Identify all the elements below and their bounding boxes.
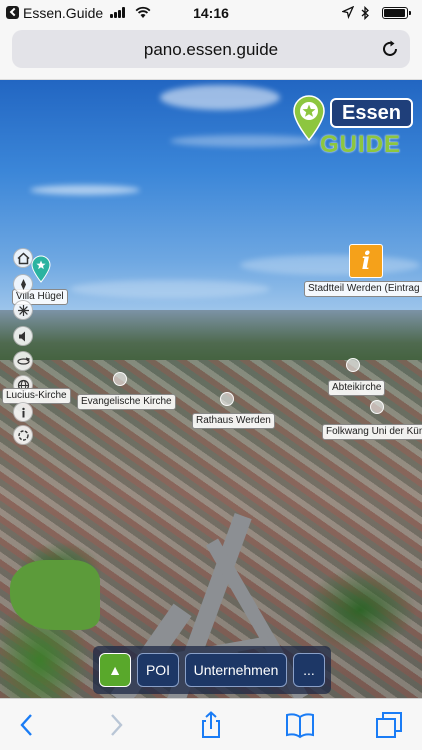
browser-toolbar: [0, 698, 422, 750]
essen-guide-logo[interactable]: Essen GUIDE: [292, 95, 417, 158]
location-arrow-icon: [342, 6, 354, 19]
hotspot-dot[interactable]: [370, 400, 384, 414]
villa-pin-icon[interactable]: [31, 255, 51, 283]
url-text[interactable]: pano.essen.guide: [12, 40, 410, 60]
menu-up-button[interactable]: ▲: [99, 653, 131, 687]
status-right-group: [342, 5, 412, 21]
forward-button[interactable]: [101, 711, 131, 739]
speaker-icon: [18, 331, 25, 341]
compass-icon: [20, 278, 26, 290]
fullscreen-button[interactable]: [13, 425, 33, 445]
home-button[interactable]: [13, 248, 33, 268]
sparkle-icon: [17, 304, 29, 316]
logo-subtitle: GUIDE: [320, 131, 402, 158]
logo-title: Essen: [342, 102, 401, 124]
hotspot-dot[interactable]: [346, 358, 360, 372]
back-button[interactable]: [12, 711, 42, 739]
battery-icon: [382, 7, 411, 19]
hotspot-label-rathaus[interactable]: Rathaus Werden: [192, 413, 275, 429]
info-button[interactable]: [13, 402, 33, 422]
circle-icon: [17, 429, 29, 441]
unternehmen-button[interactable]: Unternehmen: [185, 653, 287, 687]
poi-button[interactable]: POI: [137, 653, 179, 687]
panorama-viewer[interactable]: Essen GUIDE i Stadtteil Werden (Eintrag …: [0, 80, 422, 698]
share-button[interactable]: [196, 711, 226, 739]
hotspot-dot[interactable]: [113, 372, 127, 386]
tabs-button[interactable]: [374, 711, 404, 739]
autorotate-button[interactable]: [13, 351, 33, 371]
browser-address-area: pano.essen.guide: [0, 26, 422, 80]
hotspot-dot[interactable]: [220, 392, 234, 406]
info-hotspot[interactable]: i: [349, 244, 383, 278]
bluetooth-icon: [361, 6, 369, 20]
more-button[interactable]: ...: [293, 653, 325, 687]
share-icon: [202, 711, 220, 738]
bookmarks-button[interactable]: [285, 711, 315, 739]
hotspot-label-lucius[interactable]: Lucius-Kirche: [2, 388, 71, 404]
status-bar: Essen.Guide 14:16: [0, 0, 422, 26]
info-icon: i: [361, 246, 371, 275]
address-bar[interactable]: pano.essen.guide: [12, 30, 410, 68]
hotspot-label-stadtteil[interactable]: Stadtteil Werden (Eintrag: [304, 281, 422, 297]
reload-icon[interactable]: [380, 39, 400, 59]
chevron-left-icon: [20, 714, 32, 736]
hotspot-label-evangelische[interactable]: Evangelische Kirche: [77, 394, 176, 410]
panorama-menu: ▲ POI Unternehmen ...: [93, 646, 331, 694]
book-icon: [286, 713, 314, 739]
info-small-icon: [21, 407, 25, 417]
logo-title-box: Essen: [330, 98, 413, 128]
home-icon: [16, 251, 30, 264]
navigation-button[interactable]: [13, 274, 33, 294]
rotate-icon: [16, 356, 30, 365]
gyro-button[interactable]: [13, 300, 33, 320]
hotspot-label-folkwang[interactable]: Folkwang Uni der Kün: [322, 424, 422, 440]
tabs-icon: [376, 712, 402, 738]
chevron-right-icon: [111, 714, 123, 736]
sound-button[interactable]: [13, 326, 33, 346]
hotspot-label-abteikirche[interactable]: Abteikirche: [328, 380, 386, 396]
